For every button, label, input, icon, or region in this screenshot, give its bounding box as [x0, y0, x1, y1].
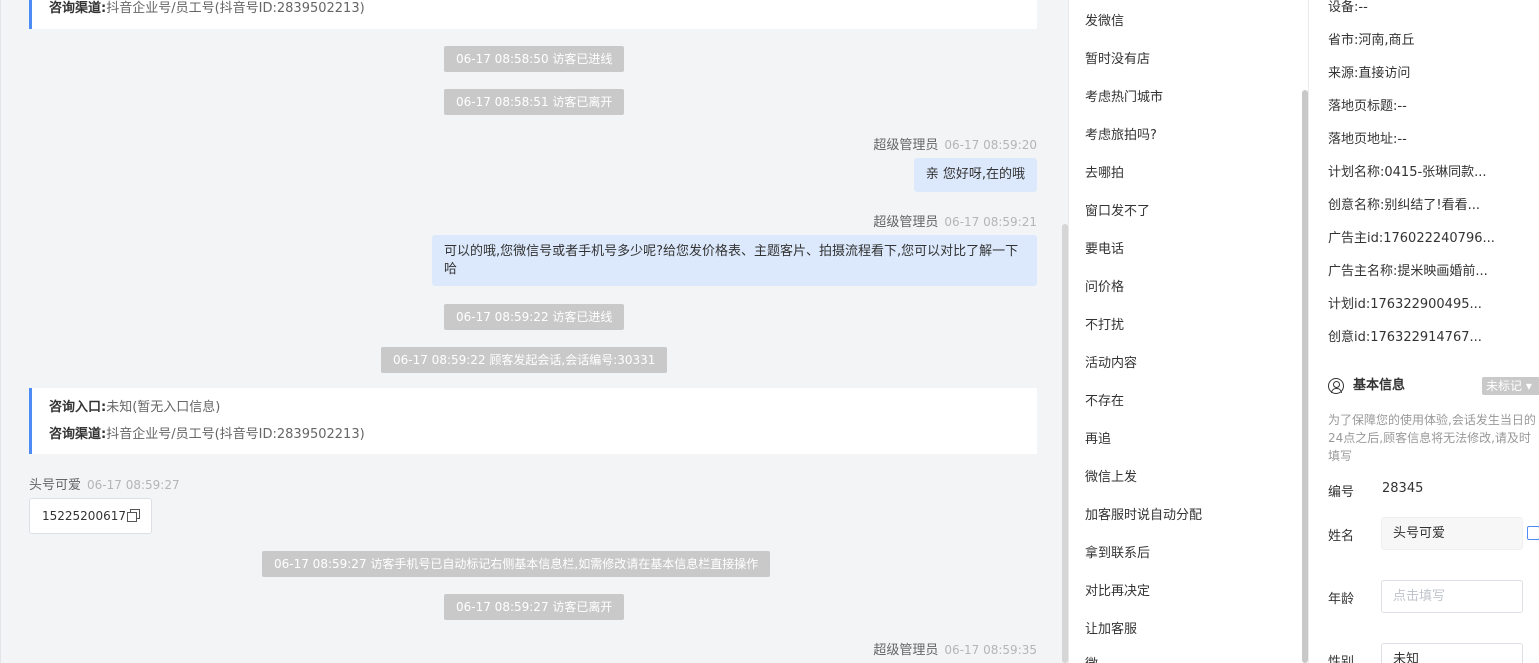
quick-reply-item[interactable]: 加客服时说自动分配: [1085, 504, 1202, 523]
basic-info-title: 基本信息: [1353, 378, 1406, 393]
consult-info-card: 咨询入口:未知(暂无入口信息) 咨询渠道:抖音企业号/员工号(抖音号ID:283…: [29, 388, 1037, 454]
message-time: 06-17 08:59:20: [944, 138, 1037, 152]
source-field: 来源:直接访问: [1328, 66, 1411, 81]
message-time: 06-17 08:59:27: [87, 478, 180, 492]
quick-reply-item[interactable]: 不存在: [1085, 390, 1124, 409]
consult-info-card: 咨询渠道:抖音企业号/员工号(抖音号ID:2839502213): [29, 0, 1037, 29]
quick-reply-item[interactable]: 暂时没有店: [1085, 48, 1150, 67]
customer-info-panel: 设备:-- 省市:河南,商丘 来源:直接访问 落地页标题:-- 落地页地址:--…: [1308, 0, 1539, 663]
quick-reply-panel: 发微信 暂时没有店 考虑热门城市 考虑旅拍吗? 去哪拍 窗口发不了 要电话 问价…: [1068, 0, 1308, 663]
quick-reply-item[interactable]: 去哪拍: [1085, 162, 1124, 181]
agent-message-bubble[interactable]: 亲 您好呀,在的哦: [913, 158, 1037, 192]
sender-name: 头号可爱: [29, 478, 82, 493]
gender-label: 性别: [1328, 655, 1355, 663]
age-field[interactable]: 点击填写: [1381, 580, 1523, 613]
visitor-message-bubble[interactable]: 15225200617: [29, 498, 152, 534]
landing-url-field: 落地页地址:--: [1328, 132, 1407, 147]
advertiser-name-field: 广告主名称:提米映画婚前...: [1328, 264, 1488, 279]
quick-reply-item[interactable]: 对比再决定: [1085, 580, 1150, 599]
sender-name: 超级管理员: [873, 215, 939, 230]
system-message: 06-17 08:58:50 访客已进线: [444, 46, 625, 72]
quick-reply-item[interactable]: 问价格: [1085, 276, 1124, 295]
message-time: 06-17 08:59:21: [944, 215, 1037, 229]
system-message: 06-17 08:59:27 访客手机号已自动标记右侧基本信息栏,如需修改请在基…: [262, 551, 771, 577]
quick-reply-item[interactable]: 窗口发不了: [1085, 200, 1150, 219]
province-field: 省市:河南,商丘: [1328, 33, 1415, 48]
sender-name: 超级管理员: [873, 643, 939, 658]
quick-reply-item[interactable]: 活动内容: [1085, 352, 1137, 371]
consult-channel-line: 咨询渠道:抖音企业号/员工号(抖音号ID:2839502213): [49, 1, 365, 16]
message-time: 06-17 08:59:35: [944, 643, 1037, 657]
quick-reply-item[interactable]: 考虑热门城市: [1085, 86, 1163, 105]
name-label: 姓名: [1328, 529, 1355, 544]
device-field: 设备:--: [1328, 0, 1368, 15]
edit-icon[interactable]: [1527, 526, 1539, 540]
consult-entry-line: 咨询入口:未知(暂无入口信息): [49, 400, 221, 415]
creative-name-field: 创意名称:别纠结了!看看...: [1328, 198, 1480, 213]
quick-reply-item[interactable]: 发微信: [1085, 10, 1124, 29]
system-message: 06-17 08:59:22 顾客发起会话,会话编号:30331: [381, 347, 668, 373]
quick-reply-item[interactable]: 拿到联系后: [1085, 542, 1150, 561]
agent-message-bubble[interactable]: 可以的哦,您微信号或者手机号多少呢?给您发价格表、主题客片、拍摄流程看下,您可以…: [432, 235, 1037, 286]
quick-reply-item[interactable]: 微信上发: [1085, 466, 1137, 485]
quick-reply-item[interactable]: 考虑旅拍吗?: [1085, 124, 1157, 143]
plan-name-field: 计划名称:0415-张琳同款...: [1328, 165, 1487, 180]
basic-info-header: 基本信息 未标记 ▾: [1328, 376, 1539, 396]
copy-icon[interactable]: [126, 509, 140, 522]
system-message: 06-17 08:58:51 访客已离开: [444, 89, 625, 115]
chat-pane: 咨询渠道:抖音企业号/员工号(抖音号ID:2839502213) 06-17 0…: [0, 0, 1068, 663]
edit-deadline-note: 为了保障您的使用体验,会话发生当日的24点之后,顾客信息将无法修改,请及时填写: [1328, 413, 1536, 463]
system-message: 06-17 08:59:22 访客已进线: [444, 304, 625, 330]
mark-dropdown[interactable]: 未标记 ▾: [1482, 377, 1539, 395]
quick-reply-item[interactable]: 不打扰: [1085, 314, 1124, 333]
quick-reply-item[interactable]: 再追: [1085, 428, 1111, 447]
message-meta: 头号可爱 06-17 08:59:27: [29, 474, 180, 493]
visitor-phone-text: 15225200617: [42, 509, 126, 523]
advertiser-id-field: 广告主id:176022240796...: [1328, 231, 1495, 246]
customer-no-label: 编号: [1328, 485, 1355, 500]
message-meta: 超级管理员 06-17 08:59:35: [873, 639, 1037, 658]
user-circle-icon: [1328, 378, 1344, 394]
chat-scrollbar[interactable]: [1061, 0, 1068, 663]
gender-select[interactable]: 未知: [1381, 643, 1523, 663]
customer-no-value: 28345: [1382, 481, 1424, 496]
quick-reply-item[interactable]: 让加客服: [1085, 618, 1137, 637]
message-meta: 超级管理员 06-17 08:59:20: [873, 134, 1037, 153]
name-field[interactable]: 头号可爱: [1381, 517, 1523, 550]
creative-id-field: 创意id:176322914767...: [1328, 330, 1482, 345]
message-meta: 超级管理员 06-17 08:59:21: [873, 211, 1037, 230]
quick-reply-item[interactable]: 要电话: [1085, 238, 1124, 257]
landing-title-field: 落地页标题:--: [1328, 99, 1407, 114]
sender-name: 超级管理员: [873, 138, 939, 153]
plan-id-field: 计划id:176322900495...: [1328, 297, 1482, 312]
quick-reply-item[interactable]: 微: [1085, 653, 1098, 663]
age-label: 年龄: [1328, 592, 1355, 607]
system-message: 06-17 08:59:27 访客已离开: [444, 594, 625, 620]
consult-channel-line: 咨询渠道:抖音企业号/员工号(抖音号ID:2839502213): [49, 427, 365, 442]
